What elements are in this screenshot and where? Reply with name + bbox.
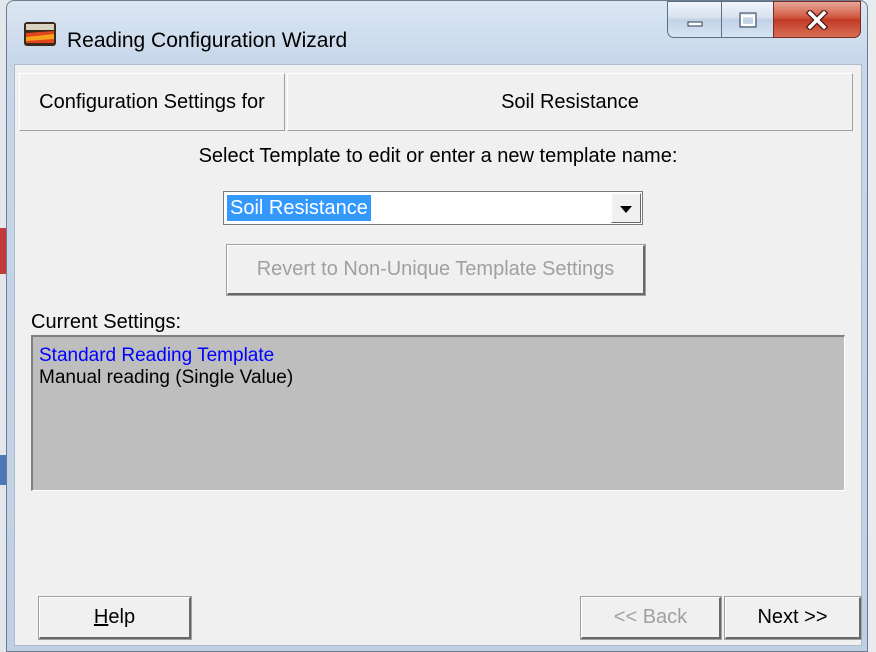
app-logo-icon xyxy=(23,21,57,47)
header-row: Configuration Settings for Soil Resistan… xyxy=(19,73,855,133)
settings-line-reading: Manual reading (Single Value) xyxy=(39,367,294,388)
minimize-icon xyxy=(668,2,721,37)
config-target: Soil Resistance xyxy=(501,90,639,113)
dropdown-arrow-icon xyxy=(619,197,633,220)
close-icon xyxy=(774,2,860,37)
next-button[interactable]: Next >> xyxy=(724,596,862,640)
template-input[interactable]: Soil Resistance xyxy=(227,195,371,221)
window-title: Reading Configuration Wizard xyxy=(67,29,348,52)
current-settings-label: Current Settings: xyxy=(31,311,182,333)
minimize-button[interactable] xyxy=(667,1,721,38)
help-accelerator: H xyxy=(93,606,109,628)
template-prompt: Select Template to edit or enter a new t… xyxy=(198,145,678,167)
help-button[interactable]: Help xyxy=(38,596,192,640)
close-button[interactable] xyxy=(773,1,861,38)
config-label-cell: Configuration Settings for xyxy=(19,73,285,131)
revert-template-button[interactable]: Revert to Non-Unique Template Settings xyxy=(226,244,646,296)
back-button[interactable]: << Back xyxy=(580,596,722,640)
wizard-window: Reading Configuration Wizard Configurati… xyxy=(6,0,868,652)
maximize-button[interactable] xyxy=(721,1,773,38)
config-target-cell: Soil Resistance xyxy=(287,73,853,131)
caption-buttons xyxy=(667,1,861,39)
maximize-icon xyxy=(722,2,773,37)
dropdown-button[interactable] xyxy=(611,193,641,223)
config-label: Configuration Settings for xyxy=(39,90,265,113)
dialog-body: Configuration Settings for Soil Resistan… xyxy=(14,64,862,646)
title-bar[interactable]: Reading Configuration Wizard xyxy=(7,1,867,59)
settings-line-template: Standard Reading Template xyxy=(39,345,275,366)
current-settings-box: Standard Reading Template Manual reading… xyxy=(31,335,845,491)
template-combobox[interactable]: Soil Resistance xyxy=(223,191,643,225)
help-label: elp xyxy=(108,606,136,628)
